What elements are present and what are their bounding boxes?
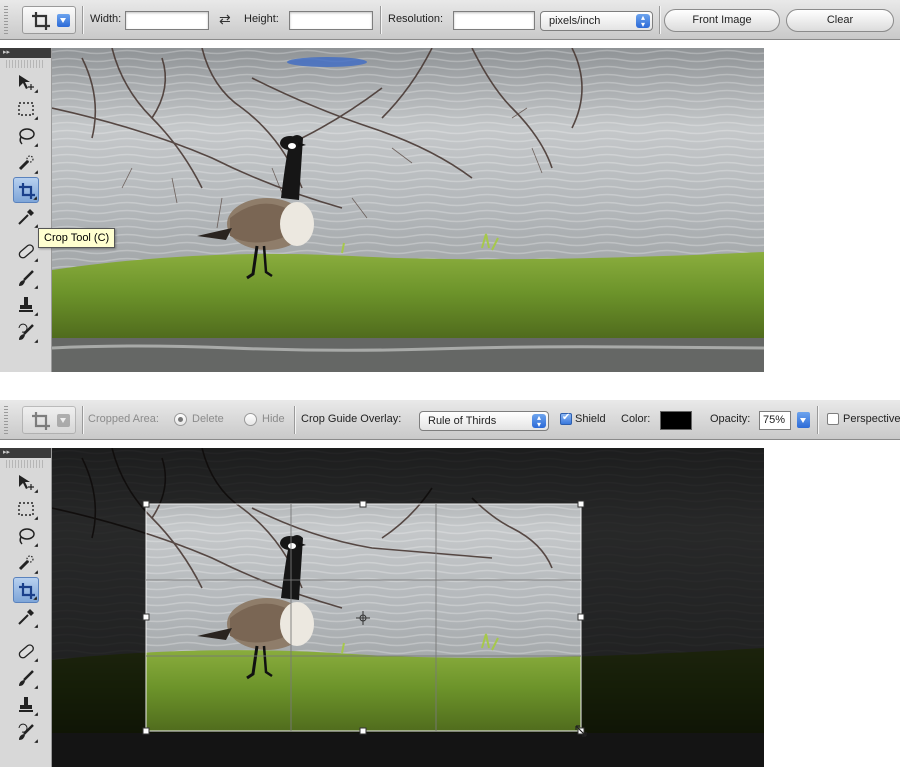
- resolution-unit-select[interactable]: pixels/inch ▴ ▾: [540, 11, 653, 31]
- chevron-down-icon[interactable]: [57, 414, 70, 427]
- shield-label: Shield: [575, 413, 606, 425]
- stepper-icon: ▴ ▾: [636, 14, 650, 29]
- swap-dimensions-icon[interactable]: ⇄: [219, 11, 231, 28]
- move-icon: [19, 475, 34, 490]
- crop-guide-value: Rule of Thirds: [428, 415, 497, 427]
- bandage-icon: [18, 244, 34, 259]
- tool-clone-stamp[interactable]: [13, 292, 39, 318]
- tool-quick-selection[interactable]: [13, 550, 39, 576]
- crop-tool-tooltip: Crop Tool (C): [38, 228, 116, 248]
- separator: [817, 406, 818, 434]
- chevron-down-icon[interactable]: [57, 14, 70, 27]
- bottom-screenshot: Cropped Area: Delete Hide Crop Guide Ove…: [0, 400, 900, 767]
- tool-move[interactable]: [13, 69, 39, 95]
- tool-eyedropper[interactable]: [13, 604, 39, 630]
- tools-panel-grip[interactable]: [6, 460, 45, 468]
- quick-selection-icon: [18, 155, 34, 171]
- goose-photo: [52, 48, 764, 372]
- options-bar: Cropped Area: Delete Hide Crop Guide Ove…: [0, 400, 900, 440]
- tool-history-brush[interactable]: [13, 319, 39, 345]
- tool-lasso[interactable]: [13, 123, 39, 149]
- width-field[interactable]: [125, 11, 209, 30]
- separator: [294, 406, 295, 434]
- options-bar-grip[interactable]: [4, 6, 8, 34]
- resolution-field[interactable]: [453, 11, 535, 30]
- brush-icon: [19, 270, 34, 286]
- height-field[interactable]: [289, 11, 373, 30]
- history-brush-icon: [18, 323, 34, 340]
- tool-crop[interactable]: [13, 177, 39, 203]
- hide-label: Hide: [262, 413, 285, 425]
- tools-panel: ▸▸: [0, 448, 52, 767]
- options-bar-grip[interactable]: [4, 406, 8, 434]
- document-canvas[interactable]: [52, 48, 764, 372]
- tool-eyedropper[interactable]: [13, 204, 39, 230]
- height-label: Height:: [244, 13, 279, 25]
- tools-panel: ▸▸: [0, 48, 52, 372]
- separator: [380, 6, 381, 34]
- tool-lasso[interactable]: [13, 523, 39, 549]
- tools-panel-collapse[interactable]: ▸▸: [0, 48, 51, 58]
- stamp-icon: [19, 297, 33, 312]
- document-canvas[interactable]: [52, 448, 764, 767]
- lasso-icon: [19, 528, 35, 545]
- eyedropper-icon: [18, 209, 34, 225]
- shield-color-swatch[interactable]: [660, 411, 692, 430]
- goose-photo: [52, 448, 764, 767]
- width-label: Width:: [90, 13, 122, 25]
- crop-icon: [19, 583, 35, 599]
- tool-quick-selection[interactable]: [13, 150, 39, 176]
- opacity-label: Opacity:: [710, 413, 751, 425]
- stepper-icon: ▴ ▾: [532, 414, 546, 429]
- tool-marquee[interactable]: [13, 96, 39, 122]
- tool-brush[interactable]: [13, 265, 39, 291]
- tool-marquee[interactable]: [13, 496, 39, 522]
- tool-preset-picker[interactable]: [22, 6, 76, 34]
- separator: [82, 6, 83, 34]
- lasso-icon: [19, 128, 35, 145]
- clear-button[interactable]: Clear: [786, 9, 894, 32]
- move-icon: [19, 75, 34, 90]
- color-label: Color:: [621, 413, 651, 425]
- tools-panel-collapse[interactable]: ▸▸: [0, 448, 51, 458]
- tool-clone-stamp[interactable]: [13, 692, 39, 718]
- perspective-checkbox[interactable]: [827, 413, 839, 425]
- perspective-label: Perspective: [843, 413, 900, 425]
- brush-icon: [19, 670, 34, 686]
- shield-checkbox[interactable]: [560, 412, 572, 425]
- hide-radio[interactable]: [244, 413, 257, 426]
- opacity-field[interactable]: 75%: [759, 411, 791, 430]
- separator: [82, 406, 83, 434]
- top-screenshot: Width: ⇄ Height: Resolution: pixels/inch…: [0, 0, 900, 372]
- eyedropper-icon: [18, 609, 34, 625]
- marquee-icon: [18, 102, 34, 116]
- options-bar: Width: ⇄ Height: Resolution: pixels/inch…: [0, 0, 900, 40]
- history-brush-icon: [18, 723, 34, 740]
- resolution-label: Resolution:: [388, 13, 444, 25]
- quick-selection-icon: [18, 555, 34, 571]
- front-image-button[interactable]: Front Image: [664, 9, 780, 32]
- tool-move[interactable]: [13, 469, 39, 495]
- marquee-icon: [18, 502, 34, 516]
- tool-brush[interactable]: [13, 665, 39, 691]
- bandage-icon: [18, 644, 34, 659]
- tool-healing-brush[interactable]: [13, 238, 39, 264]
- crop-icon: [19, 183, 35, 199]
- crop-guide-select[interactable]: Rule of Thirds ▴ ▾: [419, 411, 549, 431]
- cropped-area-label: Cropped Area:: [88, 413, 159, 425]
- separator: [659, 6, 660, 34]
- tool-crop[interactable]: [13, 577, 39, 603]
- opacity-dropdown-icon[interactable]: [797, 412, 810, 428]
- crop-icon: [32, 12, 50, 30]
- crop-icon: [32, 412, 50, 430]
- resolution-unit-value: pixels/inch: [549, 15, 601, 27]
- crop-guide-label: Crop Guide Overlay:: [301, 413, 402, 425]
- delete-label: Delete: [192, 413, 224, 425]
- tool-healing-brush[interactable]: [13, 638, 39, 664]
- tool-preset-picker[interactable]: [22, 406, 76, 434]
- stamp-icon: [19, 697, 33, 712]
- delete-radio[interactable]: [174, 413, 187, 426]
- tools-panel-grip[interactable]: [6, 60, 45, 68]
- tool-history-brush[interactable]: [13, 719, 39, 745]
